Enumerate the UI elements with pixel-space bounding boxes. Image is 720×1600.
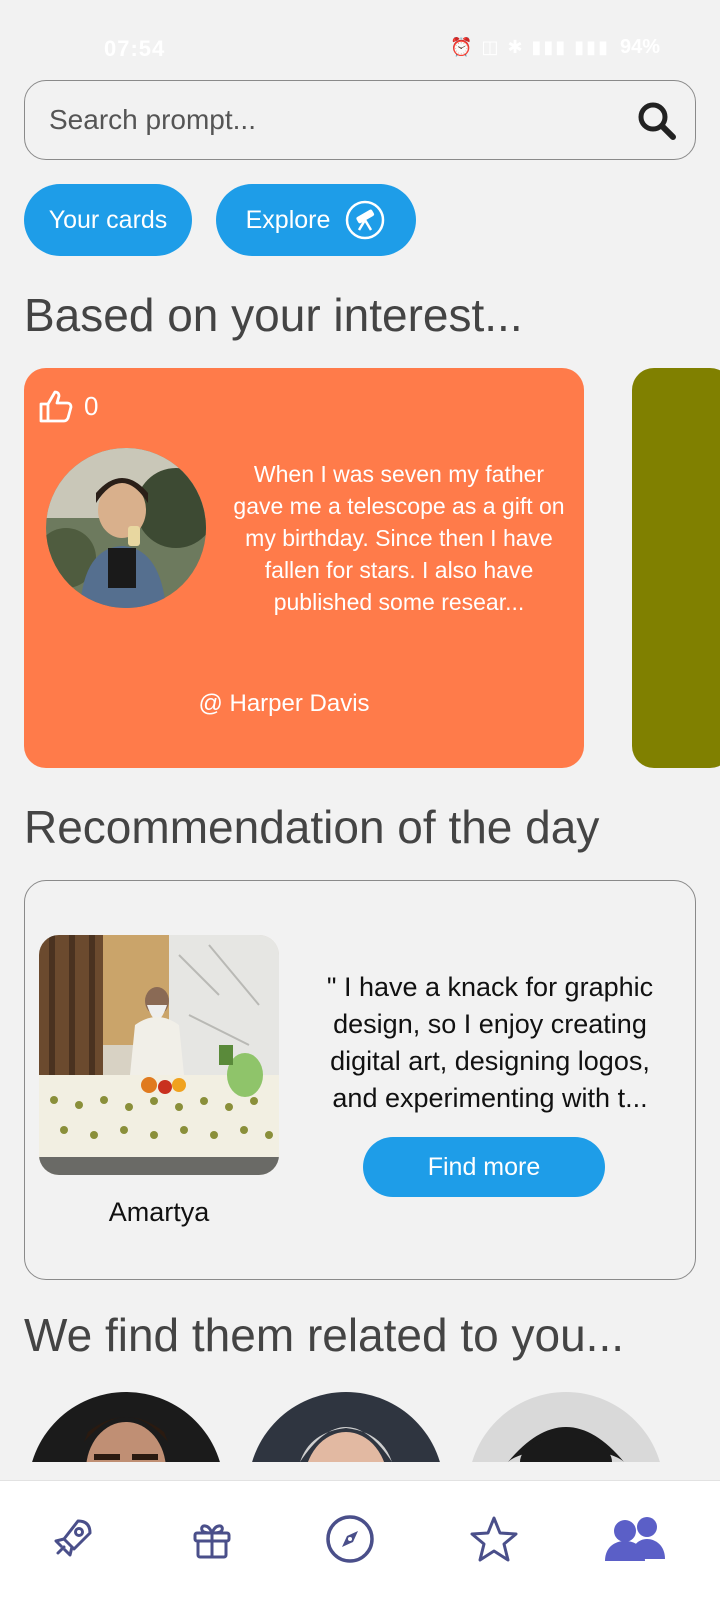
people-icon[interactable] <box>601 1513 669 1565</box>
interest-card-author[interactable]: @ Harper Davis <box>24 690 584 718</box>
battery-level: 94% <box>619 36 660 58</box>
find-more-button[interactable]: Find more <box>363 1137 605 1197</box>
star-icon[interactable] <box>469 1514 519 1564</box>
thumbs-up-icon[interactable] <box>36 386 76 426</box>
explore-button[interactable]: Explore <box>216 184 416 256</box>
related-people-row <box>0 1392 720 1462</box>
rocket-icon[interactable] <box>48 1515 96 1563</box>
your-cards-label: Your cards <box>48 205 168 234</box>
telescope-icon <box>346 200 385 240</box>
status-time: 07:54 <box>104 36 166 61</box>
related-person-avatar[interactable] <box>28 1392 224 1462</box>
nav-gift[interactable] <box>184 1511 240 1567</box>
related-person-avatar[interactable] <box>248 1392 444 1462</box>
like-row[interactable]: 0 <box>36 386 98 426</box>
author-avatar <box>46 448 206 608</box>
status-icons: ⏰ ◫ ✱ ▮▮▮ ▮▮▮ <box>450 37 610 57</box>
search-icon[interactable] <box>635 99 679 143</box>
interest-card[interactable]: 0 When I was seven my father gave me a t… <box>24 368 584 768</box>
gift-icon[interactable] <box>188 1515 236 1563</box>
recommendation-name: Amartya <box>108 1197 210 1227</box>
interest-section-title: Based on your interest... <box>24 289 523 341</box>
compass-icon[interactable] <box>324 1513 376 1565</box>
recommendation-section-title: Recommendation of the day <box>24 801 600 853</box>
status-bar: 07:54 ⏰ ◫ ✱ ▮▮▮ ▮▮▮ 94% <box>0 0 720 80</box>
next-interest-card[interactable] <box>632 368 720 768</box>
status-right: ⏰ ◫ ✱ ▮▮▮ ▮▮▮ 94% <box>450 36 660 59</box>
bottom-navigation <box>0 1480 720 1600</box>
related-section-title: We find them related to you... <box>24 1309 625 1361</box>
nav-rocket[interactable] <box>44 1511 100 1567</box>
related-person-avatar[interactable] <box>468 1392 664 1462</box>
explore-label: Explore <box>245 205 331 234</box>
nav-star[interactable] <box>466 1511 522 1567</box>
recommendation-quote: " I have a knack for graphic design, so … <box>326 972 654 1113</box>
search-input[interactable] <box>49 81 609 159</box>
your-cards-button[interactable]: Your cards <box>24 184 192 256</box>
nav-people[interactable] <box>600 1511 670 1567</box>
nav-compass[interactable] <box>322 1511 378 1567</box>
search-bar[interactable] <box>24 80 696 160</box>
interest-card-text: When I was seven my father gave me a tel… <box>233 461 565 615</box>
like-count: 0 <box>84 390 99 421</box>
recommendation-card[interactable]: Amartya " I have a knack for graphic des… <box>24 880 696 1280</box>
recommendation-photo <box>39 935 279 1175</box>
